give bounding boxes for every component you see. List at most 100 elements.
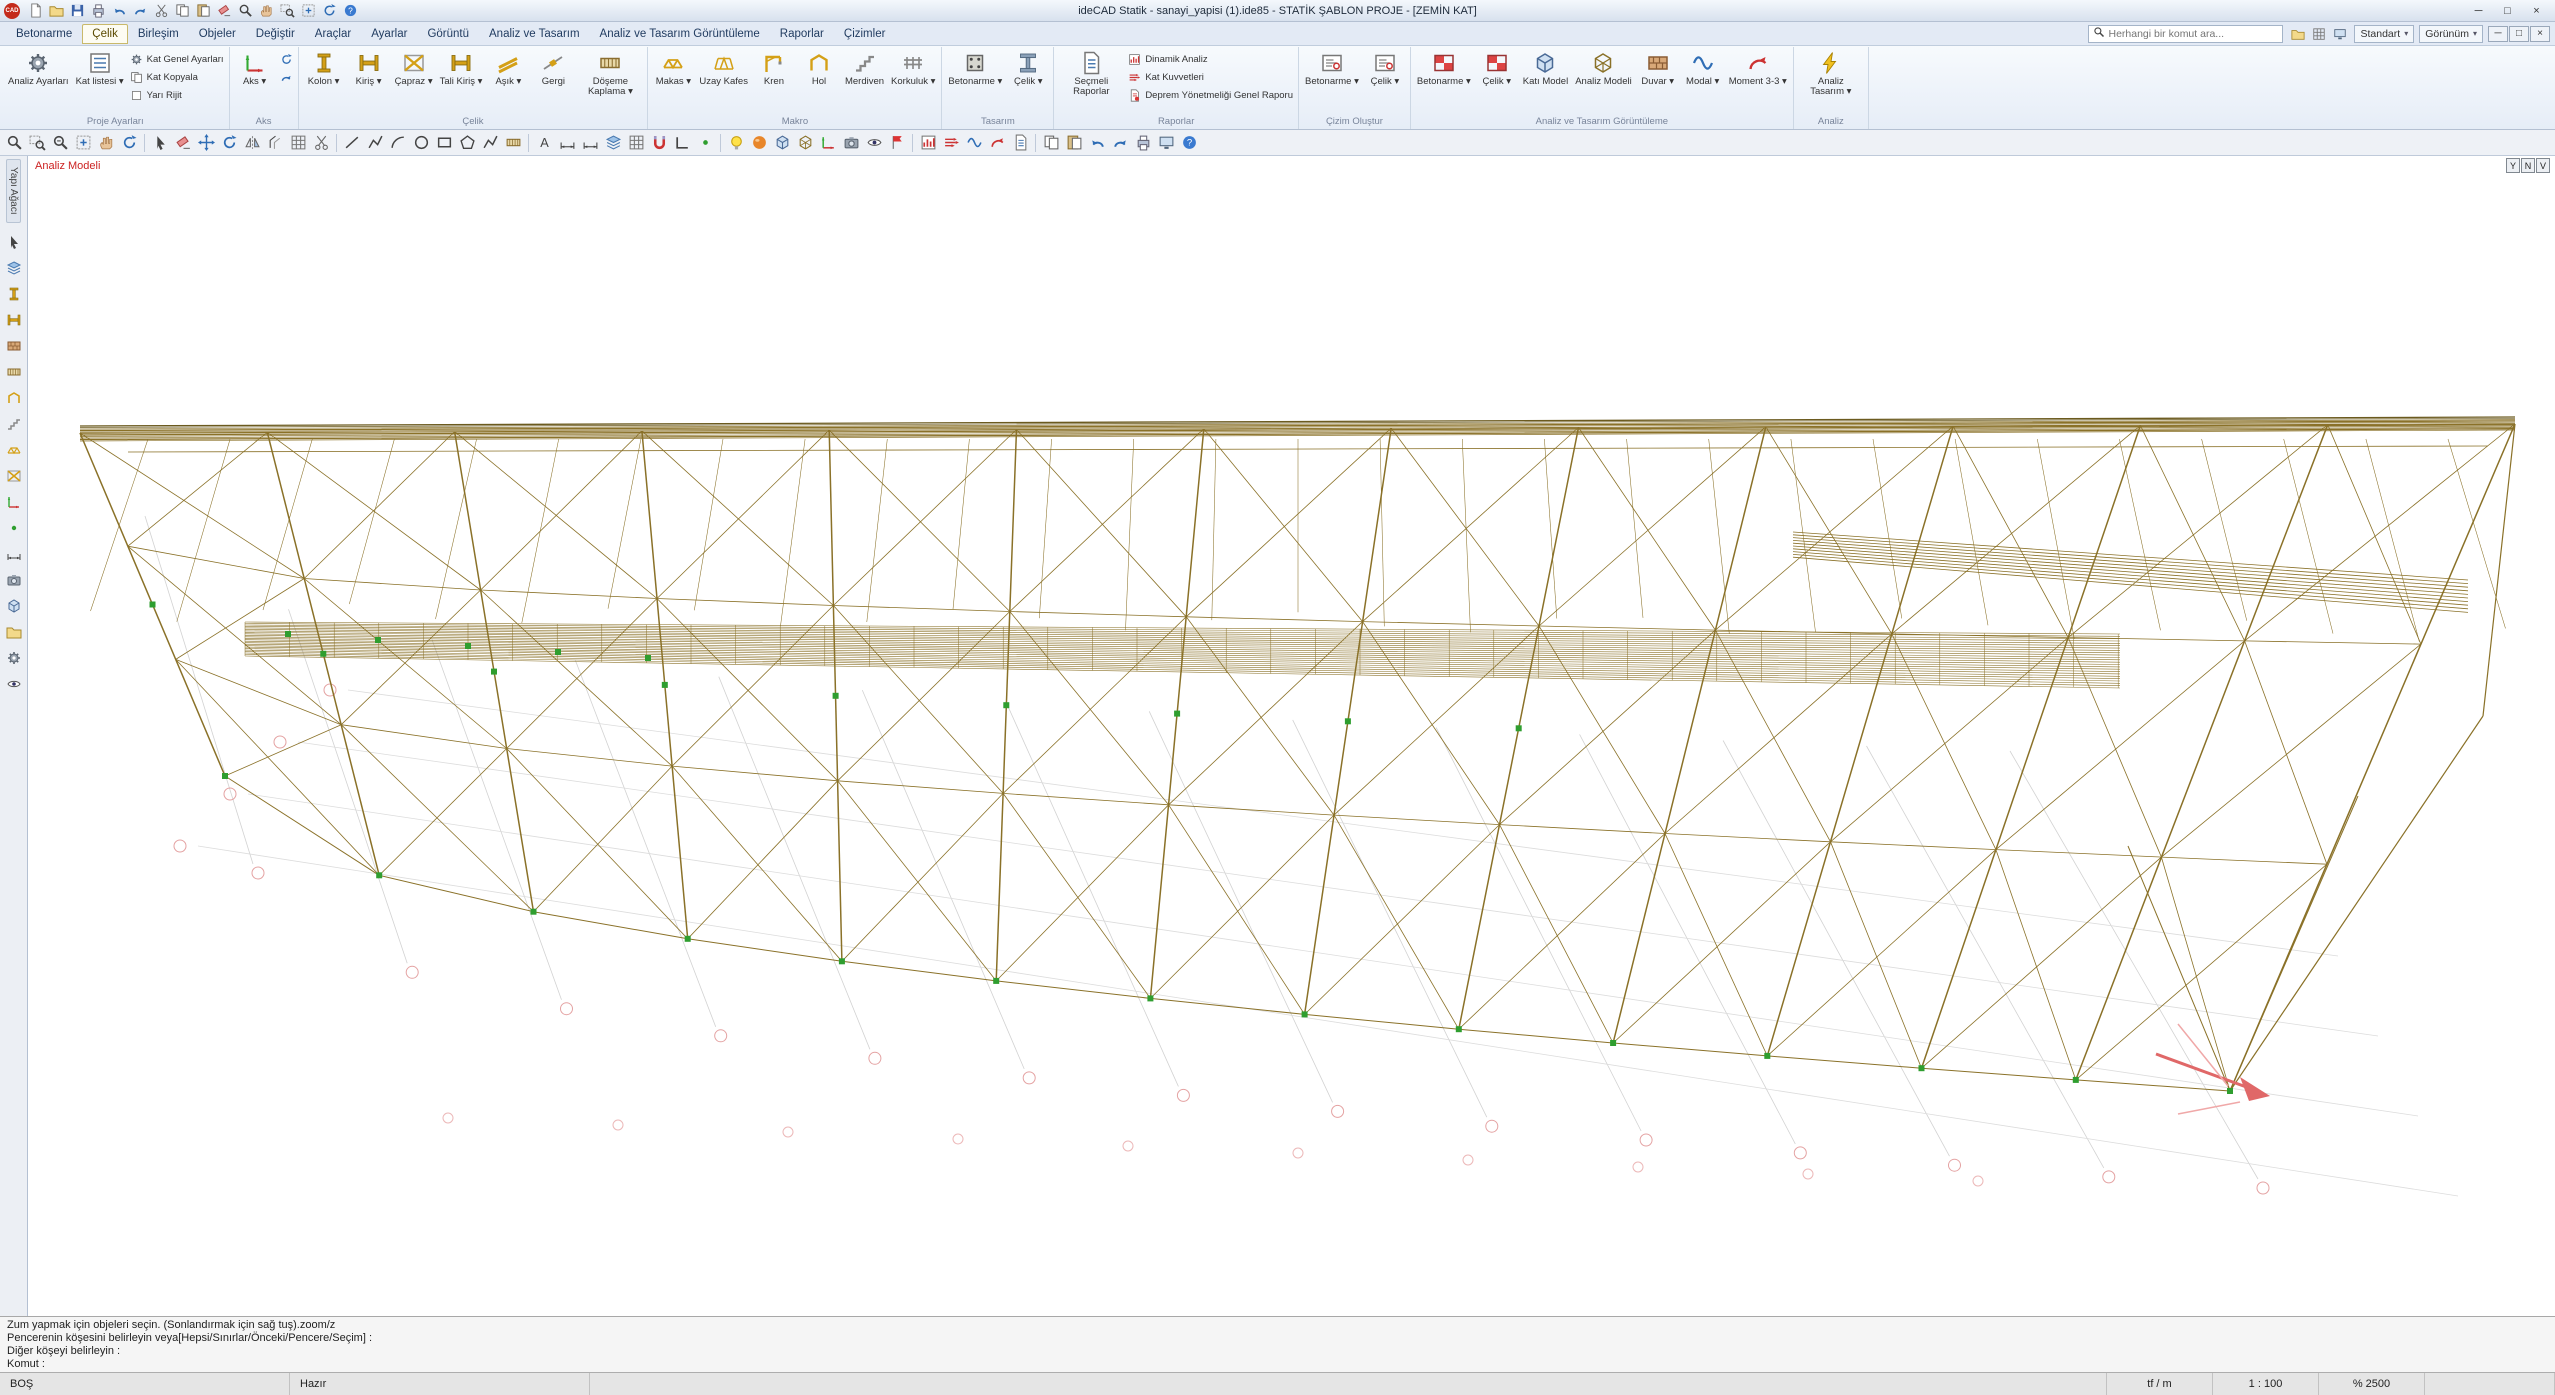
polygon-button[interactable] xyxy=(456,132,478,154)
gorunum-dropdown[interactable]: Görünüm xyxy=(2419,25,2483,43)
gergi-button[interactable]: Gergi xyxy=(531,47,575,115)
measure-button[interactable] xyxy=(579,132,601,154)
kati-model-button[interactable]: Katı Model xyxy=(1520,47,1571,115)
goruntule-betonarme-button[interactable]: Betonarme ▾ xyxy=(1414,47,1474,115)
redo-button[interactable] xyxy=(1109,132,1131,154)
erase-button[interactable] xyxy=(172,132,194,154)
hatch-button[interactable] xyxy=(502,132,524,154)
copy-button[interactable] xyxy=(173,1,192,20)
zoom-realtime-button[interactable] xyxy=(3,132,25,154)
select-button[interactable] xyxy=(149,132,171,154)
kiris-button[interactable]: Kiriş ▾ xyxy=(347,47,391,115)
tab-objeler[interactable]: Objeler xyxy=(189,24,246,44)
arc-button[interactable] xyxy=(387,132,409,154)
modal-button[interactable]: Modal ▾ xyxy=(1681,47,1725,115)
capraz-button[interactable]: Çapraz ▾ xyxy=(392,47,436,115)
pan-button[interactable] xyxy=(257,1,276,20)
orbit-button[interactable] xyxy=(118,132,140,154)
node-button[interactable] xyxy=(694,132,716,154)
search-input[interactable] xyxy=(2108,28,2278,40)
node-tool-button[interactable] xyxy=(3,518,24,539)
mirror-button[interactable] xyxy=(241,132,263,154)
goruntule-celik-button[interactable]: Çelik ▾ xyxy=(1475,47,1519,115)
report-view-button[interactable] xyxy=(1009,132,1031,154)
visibility-tool-button[interactable] xyxy=(3,674,24,695)
camera-button[interactable] xyxy=(840,132,862,154)
diagram-button[interactable] xyxy=(917,132,939,154)
model-tree-button[interactable] xyxy=(3,258,24,279)
zoom-extents-button[interactable] xyxy=(72,132,94,154)
truss-tool-button[interactable] xyxy=(3,440,24,461)
display-settings-button[interactable] xyxy=(1155,132,1177,154)
zoom-previous-button[interactable] xyxy=(49,132,71,154)
aks-otele-button[interactable] xyxy=(280,70,293,85)
mode-shape-button[interactable] xyxy=(963,132,985,154)
dimension-tool-button[interactable] xyxy=(3,544,24,565)
analiz-ayarlari-button[interactable]: Analiz Ayarları xyxy=(5,47,72,115)
view-button-y[interactable]: Y xyxy=(2506,158,2520,173)
tab-raporlar[interactable]: Raporlar xyxy=(770,24,834,44)
trim-button[interactable] xyxy=(310,132,332,154)
tali-kiris-button[interactable]: Tali Kiriş ▾ xyxy=(437,47,486,115)
kat-kuvvetleri-button[interactable]: Kat Kuvvetleri xyxy=(1128,70,1293,85)
cizim-celik-button[interactable]: Çelik ▾ xyxy=(1363,47,1407,115)
yari-rijit-toggle[interactable]: Yarı Rijit xyxy=(130,88,224,103)
save-button[interactable] xyxy=(68,1,87,20)
brace-tool-button[interactable] xyxy=(3,466,24,487)
korkuluk-button[interactable]: Korkuluk ▾ xyxy=(888,47,938,115)
tab-araclar[interactable]: Araçlar xyxy=(305,24,361,44)
array-button[interactable] xyxy=(287,132,309,154)
view-button-v[interactable]: V xyxy=(2536,158,2550,173)
text-button[interactable]: A xyxy=(533,132,555,154)
doseme-kaplama-button[interactable]: Döşeme Kaplama ▾ xyxy=(576,47,644,115)
aks-dondur-button[interactable] xyxy=(280,52,293,67)
story-forces-button[interactable] xyxy=(940,132,962,154)
tab-analiz-ve-tasarim[interactable]: Analiz ve Tasarım xyxy=(479,24,590,44)
render-light-button[interactable] xyxy=(725,132,747,154)
close-button[interactable]: × xyxy=(2522,2,2551,20)
dimension-button[interactable] xyxy=(556,132,578,154)
rotate-button[interactable] xyxy=(218,132,240,154)
beam-tool-button[interactable] xyxy=(3,310,24,331)
zoom-window-button[interactable] xyxy=(278,1,297,20)
standart-dropdown[interactable]: Standart xyxy=(2354,25,2414,43)
deprem-yonetmeligi-genel-raporu-button[interactable]: Deprem Yönetmeliği Genel Raporu xyxy=(1128,88,1293,103)
aks-button[interactable]: Aks ▾ xyxy=(233,47,277,115)
duvar-button[interactable]: Duvar ▾ xyxy=(1636,47,1680,115)
move-button[interactable] xyxy=(195,132,217,154)
pan-button[interactable] xyxy=(95,132,117,154)
undo-button[interactable] xyxy=(110,1,129,20)
command-panel[interactable]: Zum yapmak için objeleri seçin. (Sonland… xyxy=(0,1316,2555,1372)
settings-tool-button[interactable] xyxy=(3,648,24,669)
yapi-agaci-tab[interactable]: Yapı Ağacı xyxy=(6,159,21,223)
wall-tool-button[interactable] xyxy=(3,336,24,357)
wireframe-button[interactable] xyxy=(794,132,816,154)
uzay-kafes-button[interactable]: Uzay Kafes xyxy=(696,47,751,115)
ucs-button[interactable] xyxy=(817,132,839,154)
slab-tool-button[interactable] xyxy=(3,362,24,383)
kat-listesi-button[interactable]: Kat listesi ▾ xyxy=(73,47,127,115)
layout-button[interactable] xyxy=(2309,24,2328,43)
moment-diagram-button[interactable] xyxy=(986,132,1008,154)
hol-button[interactable]: Hol xyxy=(797,47,841,115)
view-3d-tool-button[interactable] xyxy=(3,596,24,617)
camera-tool-button[interactable] xyxy=(3,570,24,591)
command-search[interactable] xyxy=(2088,25,2283,43)
zoom-window-button[interactable] xyxy=(26,132,48,154)
print-button[interactable] xyxy=(89,1,108,20)
help-button[interactable]: ? xyxy=(341,1,360,20)
tab-celik[interactable]: Çelik xyxy=(82,24,128,44)
kat-kopyala-button[interactable]: Kat Kopyala xyxy=(130,70,224,85)
copy-button[interactable] xyxy=(1040,132,1062,154)
paste-button[interactable] xyxy=(194,1,213,20)
open-file-button[interactable] xyxy=(47,1,66,20)
polyline-button[interactable] xyxy=(364,132,386,154)
spline-button[interactable] xyxy=(479,132,501,154)
layers-button[interactable] xyxy=(602,132,624,154)
grid-toggle-button[interactable] xyxy=(625,132,647,154)
analiz-tasarim-button[interactable]: Analiz Tasarım ▾ xyxy=(1797,47,1865,115)
kat-genel-ayarlari-button[interactable]: Kat Genel Ayarları xyxy=(130,52,224,67)
mdi-minimize-button[interactable]: ─ xyxy=(2488,26,2508,42)
print-button[interactable] xyxy=(1132,132,1154,154)
secmeli-raporlar-button[interactable]: Seçmeli Raporlar xyxy=(1057,47,1125,115)
